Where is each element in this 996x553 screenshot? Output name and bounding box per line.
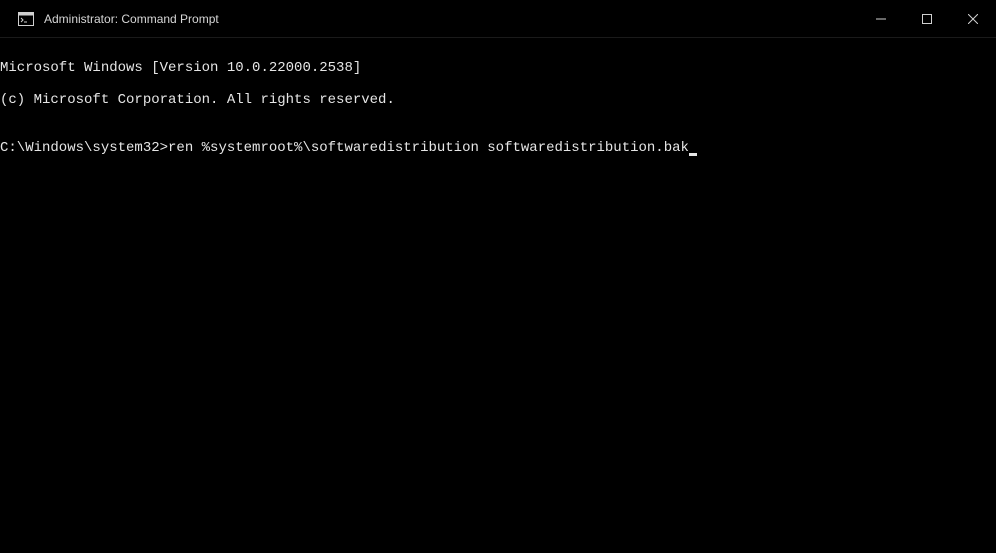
window-controls — [858, 0, 996, 37]
cmd-icon — [18, 12, 34, 26]
minimize-button[interactable] — [858, 0, 904, 38]
titlebar: Administrator: Command Prompt — [0, 0, 996, 38]
prompt-line: C:\Windows\system32>ren %systemroot%\sof… — [0, 140, 996, 156]
terminal-output[interactable]: Microsoft Windows [Version 10.0.22000.25… — [0, 38, 996, 172]
prompt-text: C:\Windows\system32> — [0, 140, 168, 156]
output-line: (c) Microsoft Corporation. All rights re… — [0, 92, 996, 108]
titlebar-left: Administrator: Command Prompt — [18, 12, 219, 26]
cursor — [689, 153, 697, 156]
close-button[interactable] — [950, 0, 996, 38]
window-title: Administrator: Command Prompt — [44, 12, 219, 26]
output-line: Microsoft Windows [Version 10.0.22000.25… — [0, 60, 996, 76]
maximize-button[interactable] — [904, 0, 950, 38]
command-text: ren %systemroot%\softwaredistribution so… — [168, 140, 689, 156]
